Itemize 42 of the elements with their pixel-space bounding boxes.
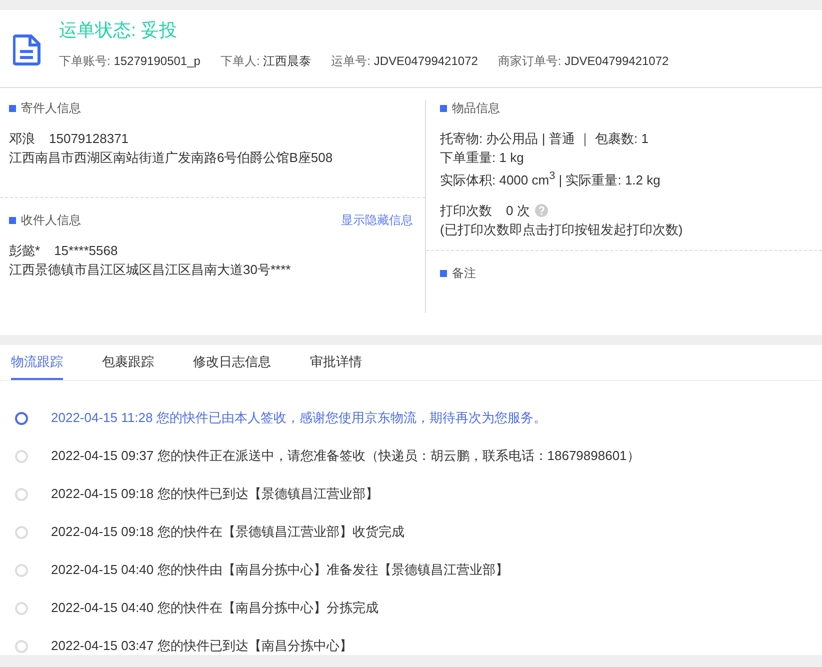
tracking-event: 2022-04-15 09:18 您的快件已到达【景德镇昌江营业部】 [51, 485, 378, 503]
meta-label: 下单账号: [59, 54, 110, 68]
tracking-event: 2022-04-15 09:37 您的快件正在派送中，请您准备签收（快递员：胡云鹏，联系电话：18679898601） [51, 447, 640, 465]
section-marker-icon [9, 105, 16, 112]
meta-value: 江西晨泰 [263, 54, 312, 68]
goods-detail: 实际体积: 4000 cm$^{3}$ | 实际重量: 1.2 kg [440, 169, 662, 190]
print-count: 0 次 [506, 202, 530, 220]
section-marker-icon [440, 270, 447, 277]
meta-value: 15279190501_p [114, 54, 200, 68]
section-marker-icon [9, 217, 16, 224]
meta-label: 下单人: [220, 54, 260, 68]
receiver-phone: 15****5568 [54, 243, 118, 258]
tab[interactable]: 修改日志信息 [193, 345, 271, 380]
print-note: (已打印次数即点击打印按钮发起打印次数) [440, 221, 684, 240]
tracking-event: 2022-04-15 03:47 您的快件已到达【南昌分拣中心】 [51, 637, 352, 655]
sender-name: 邓浪 [9, 131, 35, 146]
section-title: 物品信息 [452, 100, 500, 117]
help-icon[interactable] [534, 204, 548, 218]
print-count-label: 打印次数 [440, 202, 492, 220]
meta-value: JDVE04799421072 [374, 54, 478, 68]
section-title: 收件人信息 [21, 212, 81, 229]
section-title: 备注 [452, 265, 476, 282]
tracking-event: 2022-04-15 11:28 您的快件已由本人签收，感谢您使用京东物流，期待再次为您服务。 [51, 409, 546, 427]
sender-address: 江西南昌市西湖区南站街道广发南路6号伯爵公馆B座508 [9, 149, 334, 167]
waybill-status: 运单状态: 妥投 [59, 19, 178, 41]
section-title: 寄件人信息 [21, 100, 81, 117]
receiver-name: 彭懿* [9, 243, 40, 258]
tab[interactable]: 审批详情 [310, 345, 362, 380]
tab[interactable]: 包裹跟踪 [102, 345, 154, 380]
receiver-address: 江西景德镇市昌江区城区昌江区昌南大道30号**** [9, 261, 292, 279]
document-icon [13, 34, 41, 66]
meta-label: 商家订单号: [498, 54, 562, 68]
meta-value: JDVE04799421072 [564, 54, 669, 68]
goods-detail: 下单重量: 1 kg [440, 149, 525, 167]
tracking-event: 2022-04-15 04:40 您的快件由【南昌分拣中心】准备发往【景德镇昌江营业部】 [51, 561, 508, 579]
tracking-event: 2022-04-15 04:40 您的快件在【南昌分拣中心】分拣完成 [51, 599, 378, 617]
goods-detail: 托寄物: 办公用品 | 普通 ｜ 包裹数: 1 [440, 130, 650, 148]
tracking-event: 2022-04-15 09:18 您的快件在【景德镇昌江营业部】收货完成 [51, 523, 404, 541]
section-marker-icon [440, 105, 447, 112]
meta-label: 运单号: [331, 54, 370, 68]
sender-phone: 15079128371 [49, 131, 129, 146]
show-hidden-info-link[interactable]: 显示隐藏信息 [341, 212, 413, 229]
